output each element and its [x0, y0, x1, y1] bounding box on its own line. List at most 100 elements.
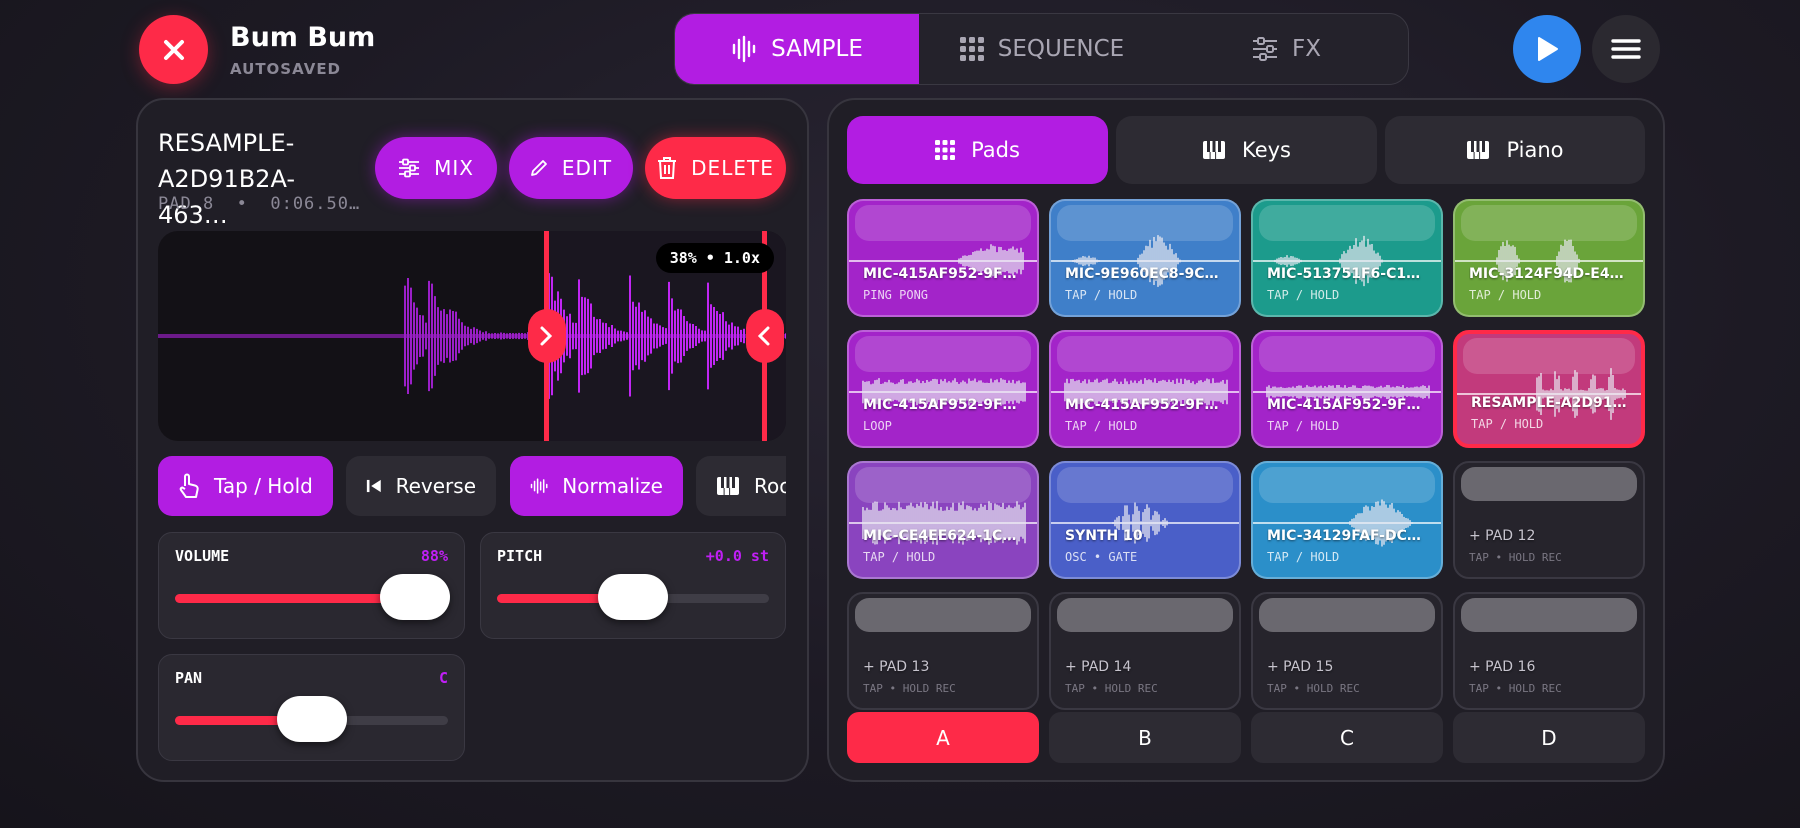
slider-value: C — [438, 669, 448, 687]
pad-13[interactable]: + PAD 13 TAP • HOLD REC — [847, 592, 1039, 710]
pad-highlight — [1057, 336, 1233, 372]
zoom-readout: 38% • 1.0x — [655, 243, 774, 273]
bank-label: D — [1541, 725, 1557, 750]
tab-label: SEQUENCE — [997, 36, 1125, 62]
controls-overflow: Roo — [696, 456, 786, 516]
pad-mode: TAP / HOLD — [1267, 419, 1340, 433]
pad-highlight — [1461, 467, 1637, 501]
pad-9[interactable]: MIC-CE4EE624-1CEE… TAP / HOLD — [847, 461, 1039, 579]
sliders-icon — [1253, 37, 1277, 61]
pad-highlight — [1057, 598, 1233, 632]
pad-12[interactable]: + PAD 12 TAP • HOLD REC — [1453, 461, 1645, 579]
trim-start-handle[interactable] — [528, 309, 566, 363]
pad-highlight — [1463, 338, 1635, 374]
pad-mode: TAP • HOLD REC — [1469, 551, 1562, 564]
pad-11[interactable]: MIC-34129FAF-DC4C… TAP / HOLD — [1251, 461, 1443, 579]
tab-fx[interactable]: FX — [1165, 14, 1408, 84]
pad-highlight — [1057, 205, 1233, 241]
edit-button[interactable]: EDIT — [509, 137, 633, 199]
control-label: Reverse — [395, 474, 476, 498]
pad-mode: TAP / HOLD — [1469, 288, 1542, 302]
tab-label: Piano — [1506, 138, 1564, 162]
tab-sequence[interactable]: SEQUENCE — [919, 14, 1165, 84]
pad-highlight — [1057, 467, 1233, 503]
slider-track[interactable] — [175, 696, 448, 742]
control-label: Tap / Hold — [214, 474, 313, 498]
pad-3[interactable]: MIC-513751F6-C14E… TAP / HOLD — [1251, 199, 1443, 317]
grid-icon — [959, 37, 984, 61]
pad-highlight — [855, 336, 1031, 372]
pad-4[interactable]: MIC-3124F94D-E4F4-… TAP / HOLD — [1453, 199, 1645, 317]
slider-track[interactable] — [175, 574, 451, 620]
pad-10[interactable]: SYNTH 10 OSC • GATE — [1049, 461, 1241, 579]
menu-button[interactable] — [1592, 15, 1660, 83]
pad-highlight — [1259, 205, 1435, 241]
pad-15[interactable]: + PAD 15 TAP • HOLD REC — [1251, 592, 1443, 710]
pad-2[interactable]: MIC-9E960EC8-9C6F… TAP / HOLD — [1049, 199, 1241, 317]
pad-5[interactable]: MIC-415AF952-9F26… LOOP — [847, 330, 1039, 448]
tab-label: SAMPLE — [771, 36, 863, 62]
piano-icon — [1202, 141, 1225, 159]
pad-mode: TAP / HOLD — [863, 550, 936, 564]
pad-7[interactable]: MIC-415AF952-9F26… TAP / HOLD — [1251, 330, 1443, 448]
pad-mode: TAP / HOLD — [1065, 288, 1138, 302]
pan-slider[interactable]: PAN C — [158, 654, 465, 761]
pad-highlight — [1461, 598, 1637, 632]
pad-name: + PAD 14 — [1065, 659, 1132, 675]
pad-mode: TAP • HOLD REC — [1469, 682, 1562, 695]
slider-thumb[interactable] — [276, 696, 347, 742]
slider-thumb[interactable] — [598, 574, 668, 620]
pad-highlight — [1259, 336, 1435, 372]
skip-back-icon — [366, 479, 381, 493]
tab-piano[interactable]: Piano — [1385, 116, 1645, 184]
sliders-icon — [399, 158, 420, 178]
bank-a[interactable]: A — [847, 712, 1039, 763]
root-toggle[interactable]: Roo — [696, 456, 786, 516]
bank-d[interactable]: D — [1453, 712, 1645, 763]
slider-value: +0.0 st — [705, 547, 769, 565]
tab-sample[interactable]: SAMPLE — [675, 14, 919, 84]
pad-6[interactable]: MIC-415AF952-9F26… TAP / HOLD — [1049, 330, 1241, 448]
play-button[interactable] — [1513, 15, 1581, 83]
trim-end-handle[interactable] — [746, 309, 784, 363]
volume-slider[interactable]: VOLUME 88% — [158, 532, 465, 639]
slider-value: 88% — [420, 547, 448, 565]
hand-tap-icon — [179, 473, 199, 498]
pad-name: + PAD 16 — [1469, 659, 1536, 675]
mode-tabs: SAMPLE SEQUENCE FX — [674, 13, 1409, 85]
edit-label: EDIT — [561, 156, 613, 180]
normalize-toggle[interactable]: Normalize — [510, 456, 683, 516]
pad-8[interactable]: RESAMPLE-A2D91B2… TAP / HOLD — [1453, 330, 1645, 448]
close-button[interactable] — [139, 15, 208, 84]
pad-mode: TAP • HOLD REC — [1065, 682, 1158, 695]
reverse-toggle[interactable]: Reverse — [346, 456, 496, 516]
pad-mode: TAP / HOLD — [1471, 417, 1544, 431]
pad-name: + PAD 15 — [1267, 659, 1334, 675]
tab-pads[interactable]: Pads — [847, 116, 1108, 184]
pad-name: + PAD 13 — [863, 659, 930, 675]
tap-hold-toggle[interactable]: Tap / Hold — [158, 456, 333, 516]
hamburger-icon — [1611, 39, 1641, 59]
pad-mode: TAP / HOLD — [1267, 288, 1340, 302]
waveform-view[interactable]: 38% • 1.0x — [158, 231, 786, 441]
play-icon — [1538, 37, 1558, 61]
pad-name: MIC-9E960EC8-9C6F… — [1065, 266, 1225, 282]
pad-14[interactable]: + PAD 14 TAP • HOLD REC — [1049, 592, 1241, 710]
bank-c[interactable]: C — [1251, 712, 1443, 763]
pad-16[interactable]: + PAD 16 TAP • HOLD REC — [1453, 592, 1645, 710]
tab-keys[interactable]: Keys — [1116, 116, 1377, 184]
pad-name: MIC-415AF952-9F26… — [1065, 397, 1225, 413]
pad-mode: OSC • GATE — [1065, 550, 1138, 564]
control-label: Normalize — [562, 474, 663, 498]
slider-thumb[interactable] — [380, 574, 451, 620]
trash-icon — [658, 157, 677, 179]
mix-button[interactable]: MIX — [375, 137, 497, 199]
pitch-slider[interactable]: PITCH +0.0 st — [480, 532, 786, 639]
bank-b[interactable]: B — [1049, 712, 1241, 763]
delete-button[interactable]: DELETE — [645, 137, 786, 199]
pad-1[interactable]: MIC-415AF952-9F26… PING PONG — [847, 199, 1039, 317]
bank-label: A — [936, 725, 950, 750]
slider-track[interactable] — [497, 574, 769, 620]
grid-icon — [935, 140, 956, 160]
project-title: Bum Bum — [230, 22, 376, 53]
